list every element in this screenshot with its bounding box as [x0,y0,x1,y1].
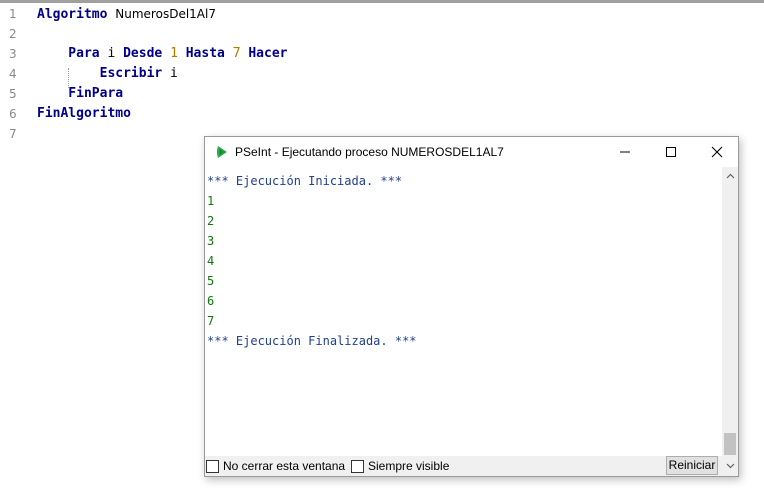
always-visible-label[interactable]: Siempre visible [368,459,449,473]
always-visible-checkbox[interactable] [351,459,364,473]
maximize-icon [666,147,676,157]
scroll-thumb[interactable] [724,433,736,455]
line-number: 7 [9,127,17,141]
console-output-line: 4 [207,254,215,268]
restart-button[interactable]: Reiniciar [666,456,718,475]
console-bottom-bar: No cerrar esta ventana Siempre visible R… [205,456,722,476]
number-token: 1 [170,46,178,61]
keep-open-label[interactable]: No cerrar esta ventana [223,459,345,473]
minimize-icon [620,151,630,153]
vertical-scrollbar[interactable] [722,167,738,476]
console-status-line: *** Ejecución Finalizada. *** [207,334,417,348]
chevron-down-icon [726,463,734,469]
keyword-token: Desde [123,46,163,61]
line-number: 2 [9,27,17,41]
keyword-token: Hasta [185,46,225,61]
keyword-token: Algoritmo [37,7,108,22]
console-output-line: 5 [207,274,215,288]
identifier-token: i [99,46,124,61]
screen: 1 Algoritmo NumerosDel1Al7 2 3 Para i Desde… [0,0,764,499]
number-token: 7 [232,46,241,61]
code-text[interactable]: FinPara [37,84,123,104]
code-text[interactable]: Algoritmo NumerosDel1Al7 [37,4,216,25]
keep-open-option[interactable]: No cerrar esta ventana [206,459,345,473]
code-text[interactable]: Para i Desde 1 Hasta 7 Hacer [37,44,288,64]
console-output-line: 7 [207,314,215,328]
console-output-line: 2 [207,214,215,228]
always-visible-option[interactable]: Siempre visible [351,459,449,473]
identifier-token [225,46,233,61]
close-button[interactable] [694,137,740,167]
keep-open-checkbox[interactable] [206,459,219,473]
console-output-line: 3 [207,234,215,248]
keyword-token: FinAlgoritmo [37,106,131,121]
console-status-line: *** Ejecución Iniciada. *** [207,174,403,188]
identifier-token [162,46,170,61]
line-number: 5 [9,87,17,101]
line-number: 6 [9,107,17,121]
keyword-token: FinPara [37,86,124,101]
identifier-token: NumerosDel1Al7 [115,7,216,21]
scroll-down-button[interactable] [722,459,738,473]
identifier-token: i [162,66,178,81]
keyword-token: Escribir [37,66,163,81]
code-text[interactable]: FinAlgoritmo [37,104,131,124]
line-number: 3 [9,47,17,61]
maximize-button[interactable] [648,137,694,167]
close-icon [711,146,723,158]
window-title: PSeInt - Ejecutando proceso NUMEROSDEL1A… [235,145,504,159]
console-window: PSeInt - Ejecutando proceso NUMEROSDEL1A… [204,136,739,477]
code-text[interactable]: Escribir i [37,64,178,84]
console-output-line: 6 [207,294,215,308]
editor-top-border [0,0,764,3]
identifier-token [178,46,186,61]
pseint-play-icon [217,146,227,158]
chevron-up-icon [726,173,734,179]
line-number: 1 [9,7,17,21]
console-output[interactable]: *** Ejecución Iniciada. *** 1 2 3 4 5 6 7 *** Ej… [205,167,722,456]
minimize-button[interactable] [602,137,648,167]
console-titlebar[interactable]: PSeInt - Ejecutando proceso NUMEROSDEL1A… [205,137,738,167]
console-output-line: 1 [207,194,215,208]
scroll-up-button[interactable] [722,169,738,183]
line-number: 4 [9,67,17,81]
keyword-token: Para [37,46,100,61]
keyword-token: Hacer [248,46,288,61]
